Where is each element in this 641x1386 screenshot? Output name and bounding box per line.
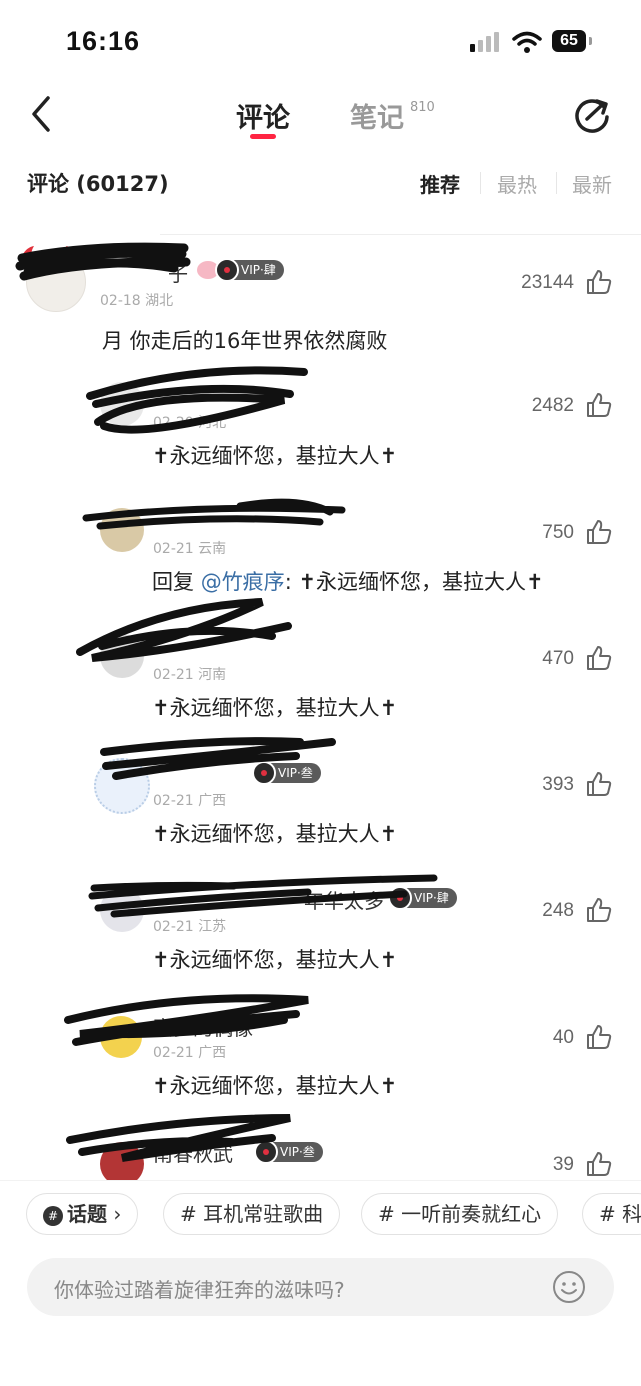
wifi-icon: [512, 31, 542, 53]
reply-prefix: 回复: [152, 570, 201, 594]
comment-text[interactable]: ✝永远缅怀您，基拉大人✝: [152, 944, 397, 974]
avatar[interactable]: [100, 1016, 142, 1058]
comment-count-title: 评论 (60127): [27, 172, 169, 196]
like-icon[interactable]: [585, 896, 613, 924]
topic-chip-bar: # 话题 › # 耳机常驻歌曲 # 一听前奏就红心 # 科: [0, 1180, 641, 1251]
sort-hot[interactable]: 最热: [497, 169, 537, 198]
emoji-icon[interactable]: [552, 1270, 586, 1304]
topic-icon: #: [43, 1205, 63, 1226]
comment-meta: 02-20 河北: [153, 415, 227, 431]
sort-new[interactable]: 最新: [572, 169, 612, 198]
topic-chip[interactable]: # 一听前奏就红心: [361, 1193, 559, 1235]
divider: [160, 234, 641, 235]
comment-meta: 02-18 湖北: [100, 293, 174, 309]
like-count: 39: [552, 1154, 574, 1175]
avatar[interactable]: [100, 508, 144, 552]
back-arrow-icon[interactable]: [28, 94, 56, 134]
mention-link[interactable]: @竹痕序: [201, 570, 285, 594]
vip-badge: VIP·叁: [252, 761, 321, 785]
comment-meta: 02-21 云南: [153, 541, 227, 557]
like-icon[interactable]: [585, 644, 613, 672]
comment-text[interactable]: 月 你走后的16年世界依然腐败: [102, 325, 387, 355]
tab-notes[interactable]: 笔记: [350, 96, 404, 135]
tab-comments[interactable]: 评论: [236, 96, 290, 135]
share-icon[interactable]: [570, 93, 614, 137]
vip-badge: VIP·肆: [388, 886, 457, 910]
avatar[interactable]: [94, 758, 150, 814]
active-tab-indicator: [250, 134, 276, 139]
username[interactable]: 赛罗的偶像: [153, 1012, 253, 1041]
like-icon[interactable]: [585, 518, 613, 546]
topic-chip[interactable]: # 科: [582, 1193, 641, 1235]
like-icon[interactable]: [585, 391, 613, 419]
like-icon[interactable]: [585, 1150, 613, 1178]
battery-icon: 65: [552, 30, 592, 54]
like-count: 248: [542, 900, 574, 921]
comment-meta: 02-21 河南: [153, 667, 227, 683]
username[interactable]: 南春秋武: [153, 1138, 233, 1167]
like-count: 23144: [521, 272, 574, 293]
comment-text[interactable]: ✝永远缅怀您，基拉大人✝: [152, 818, 397, 848]
like-count: 40: [552, 1027, 574, 1048]
username[interactable]: 子: [168, 258, 188, 287]
comment-meta: 02-21 江苏: [153, 919, 227, 935]
like-count: 393: [542, 774, 574, 795]
like-count: 470: [542, 648, 574, 669]
comment-text[interactable]: ✝永远缅怀您，基拉大人✝: [152, 440, 397, 470]
devil-horns-icon: [18, 246, 82, 268]
signal-icon: [470, 32, 502, 52]
comment-meta: 02-21 广西: [153, 1045, 227, 1061]
battery-level: 65: [552, 30, 586, 52]
like-icon[interactable]: [585, 268, 613, 296]
like-count: 750: [542, 522, 574, 543]
like-count: 2482: [531, 395, 574, 416]
avatar[interactable]: [100, 888, 144, 932]
like-icon[interactable]: [585, 770, 613, 798]
username[interactable]: 年华太多: [304, 885, 384, 914]
vip-badge: VIP·肆: [215, 258, 284, 282]
comment-text[interactable]: 回复 @竹痕序: ✝永远缅怀您，基拉大人✝: [152, 566, 544, 596]
topic-chip[interactable]: # 耳机常驻歌曲: [163, 1193, 341, 1235]
avatar[interactable]: [100, 382, 144, 426]
comment-text[interactable]: ✝永远缅怀您，基拉大人✝: [152, 1070, 397, 1100]
like-icon[interactable]: [585, 1023, 613, 1051]
topic-chip-header[interactable]: # 话题 ›: [26, 1193, 139, 1235]
comment-text[interactable]: ✝永远缅怀您，基拉大人✝: [152, 692, 397, 722]
vip-badge: VIP·叁: [254, 1140, 323, 1164]
comment-meta: 02-21 广西: [153, 793, 227, 809]
comment-input-placeholder: 你体验过踏着旋律狂奔的滋味吗?: [54, 1278, 345, 1302]
chevron-right-icon: ›: [113, 1202, 122, 1226]
reply-body: : ✝永远缅怀您，基拉大人✝: [284, 570, 544, 594]
avatar[interactable]: [100, 634, 144, 678]
sort-recommend[interactable]: 推荐: [420, 169, 460, 198]
notes-count-badge: 810: [410, 100, 435, 115]
status-time: 16:16: [66, 26, 141, 56]
